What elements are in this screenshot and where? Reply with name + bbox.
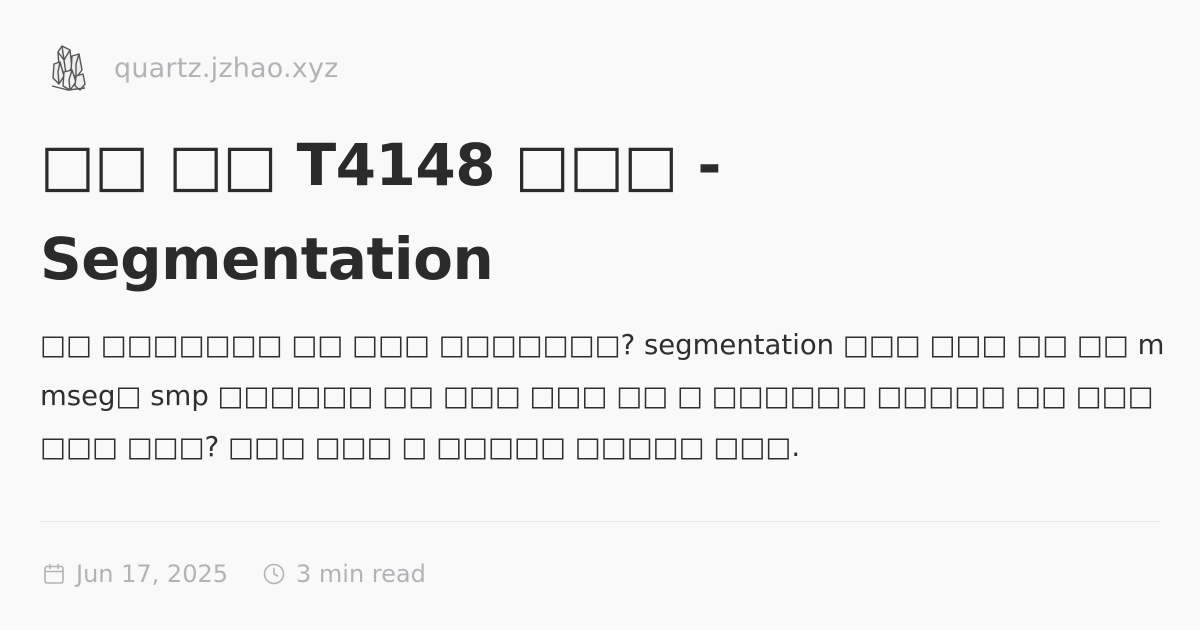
post-date: Jun 17, 2025 [42, 560, 228, 588]
site-header[interactable]: quartz.jzhao.xyz [44, 40, 339, 96]
divider [40, 521, 1160, 522]
post-description: □□ □□□□□□□ □□ □□□ □□□□□□□? segmentation … [40, 329, 1165, 463]
page-title: □□ □□ T4148 □□□ - Segmentation [40, 131, 721, 293]
site-url[interactable]: quartz.jzhao.xyz [114, 53, 339, 84]
reading-time-text: 3 min read [296, 560, 426, 588]
crystal-icon [44, 40, 92, 96]
calendar-icon [42, 562, 66, 586]
post-meta: Jun 17, 2025 3 min read [42, 556, 426, 592]
og-card: quartz.jzhao.xyz □□ □□ T4148 □□□ - Segme… [0, 0, 1200, 630]
post-date-text: Jun 17, 2025 [76, 560, 229, 588]
reading-time: 3 min read [262, 560, 426, 588]
clock-icon [262, 562, 286, 586]
